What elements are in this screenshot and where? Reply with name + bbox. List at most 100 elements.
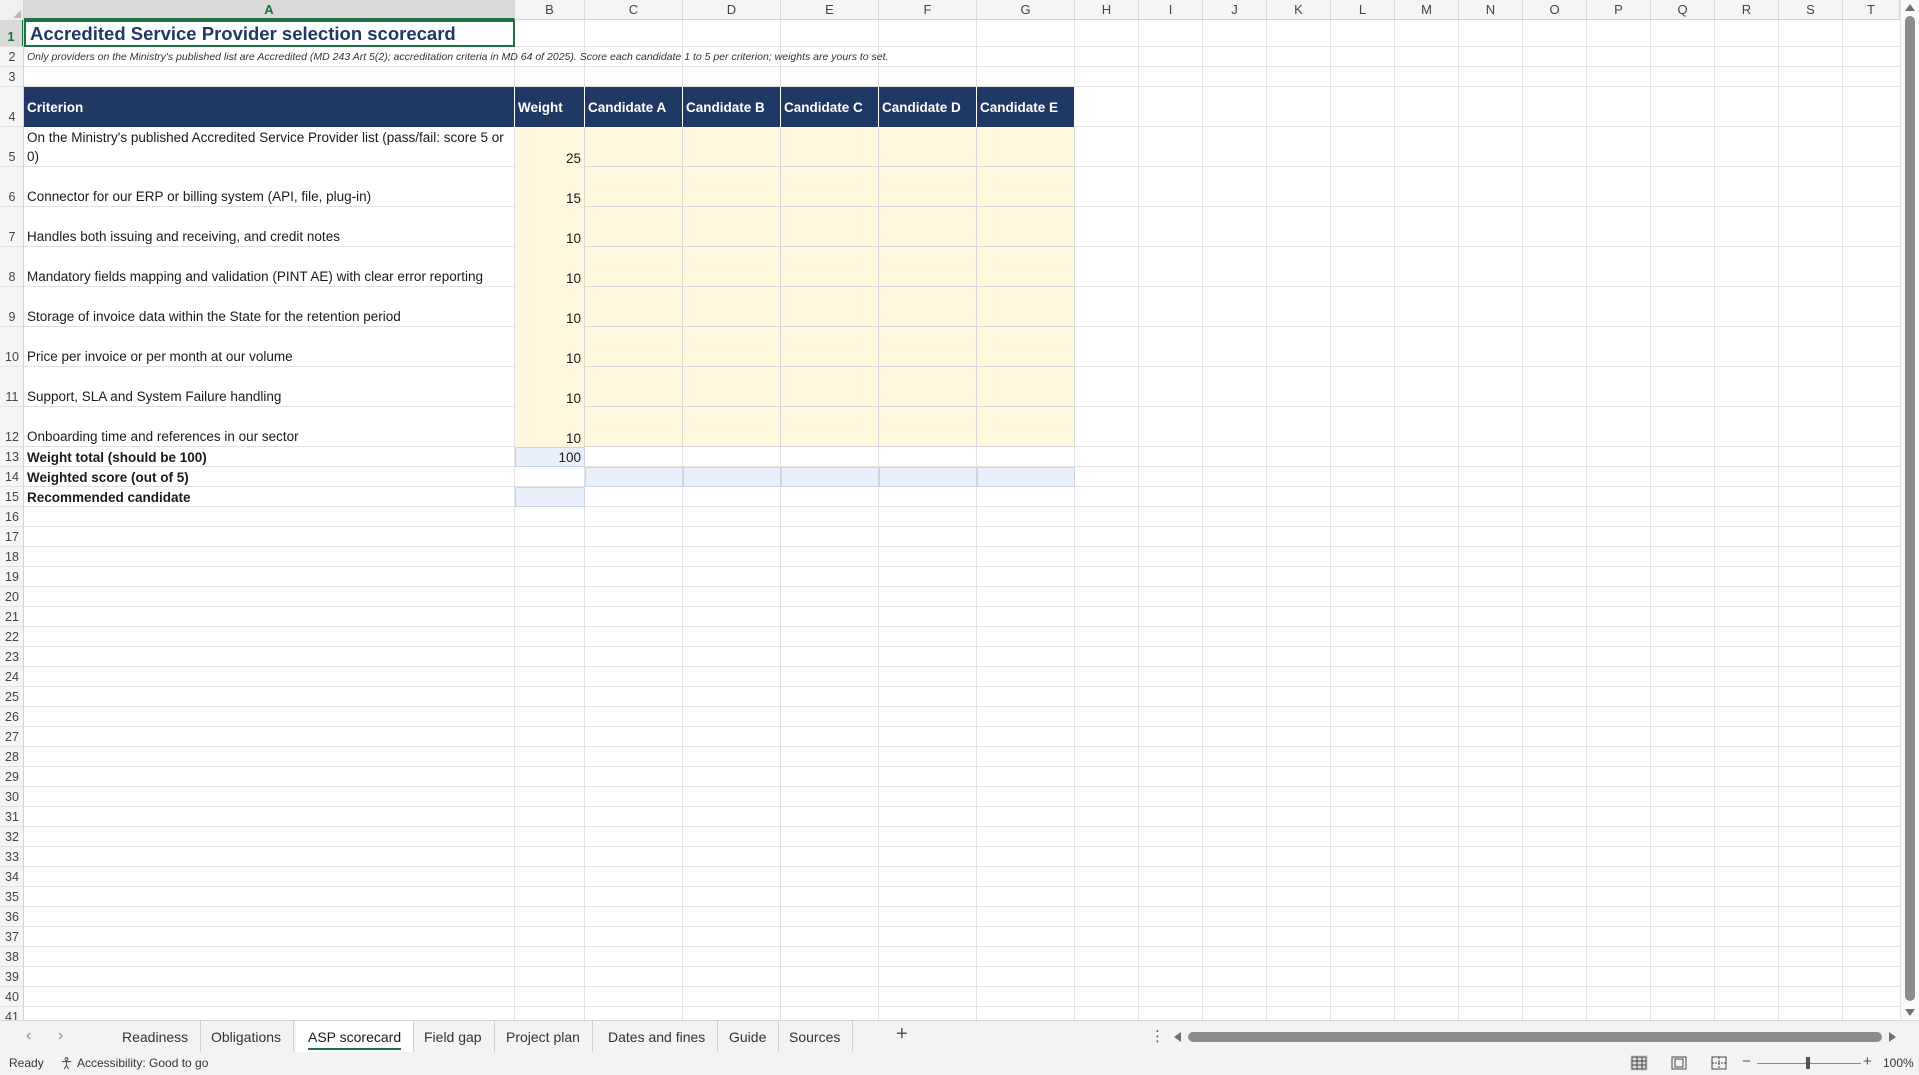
- score-input-candidate-b[interactable]: [683, 127, 781, 167]
- criterion-weight[interactable]: 10: [515, 207, 585, 247]
- row-header-14[interactable]: 14: [0, 467, 23, 487]
- criterion-label[interactable]: Storage of invoice data within the State…: [24, 287, 515, 327]
- score-input-candidate-a[interactable]: [585, 407, 683, 447]
- column-header-o[interactable]: O: [1523, 0, 1587, 20]
- worksheet-grid[interactable]: Accredited Service Provider selection sc…: [24, 20, 1900, 1020]
- row-header-26[interactable]: 26: [0, 707, 23, 727]
- row-header-8[interactable]: 8: [0, 247, 23, 287]
- header-candidate-b[interactable]: Candidate B: [683, 87, 781, 127]
- score-input-candidate-a[interactable]: [585, 367, 683, 407]
- weight-total-value[interactable]: 100: [515, 447, 585, 467]
- vertical-scroll-thumb[interactable]: [1905, 16, 1915, 1001]
- score-input-candidate-d[interactable]: [879, 327, 977, 367]
- row-header-19[interactable]: 19: [0, 567, 23, 587]
- criterion-weight[interactable]: 10: [515, 407, 585, 447]
- hscroll-left-icon[interactable]: [1174, 1032, 1181, 1042]
- row-header-28[interactable]: 28: [0, 747, 23, 767]
- score-input-candidate-b[interactable]: [683, 367, 781, 407]
- column-header-i[interactable]: I: [1139, 0, 1203, 20]
- row-header-22[interactable]: 22: [0, 627, 23, 647]
- score-input-candidate-d[interactable]: [879, 207, 977, 247]
- row-header-38[interactable]: 38: [0, 947, 23, 967]
- row-header-13[interactable]: 13: [0, 447, 23, 467]
- more-options-icon[interactable]: ⋮: [1150, 1027, 1165, 1045]
- header-weight[interactable]: Weight: [515, 87, 585, 127]
- score-input-candidate-e[interactable]: [977, 327, 1075, 367]
- row-header-9[interactable]: 9: [0, 287, 23, 327]
- criterion-weight[interactable]: 10: [515, 367, 585, 407]
- weighted-score-candidate-a[interactable]: [585, 467, 683, 487]
- criterion-label[interactable]: On the Ministry's published Accredited S…: [24, 127, 515, 167]
- row-header-29[interactable]: 29: [0, 767, 23, 787]
- column-header-e[interactable]: E: [781, 0, 879, 20]
- criterion-label[interactable]: Handles both issuing and receiving, and …: [24, 207, 515, 247]
- score-input-candidate-c[interactable]: [781, 247, 879, 287]
- weighted-score-candidate-e[interactable]: [977, 467, 1075, 487]
- column-header-t[interactable]: T: [1843, 0, 1900, 20]
- add-sheet-icon[interactable]: +: [896, 1023, 908, 1046]
- row-header-33[interactable]: 33: [0, 847, 23, 867]
- column-header-c[interactable]: C: [585, 0, 683, 20]
- column-header-n[interactable]: N: [1459, 0, 1523, 20]
- zoom-plus-icon[interactable]: +: [1863, 1053, 1872, 1070]
- row-header-15[interactable]: 15: [0, 487, 23, 507]
- vertical-scrollbar[interactable]: [1900, 0, 1919, 1020]
- criterion-label[interactable]: Support, SLA and System Failure handling: [24, 367, 515, 407]
- sheet-tab-dates-and-fines[interactable]: Dates and fines: [596, 1021, 719, 1053]
- row-header-17[interactable]: 17: [0, 527, 23, 547]
- score-input-candidate-a[interactable]: [585, 167, 683, 207]
- normal-view-icon[interactable]: [1630, 1055, 1648, 1071]
- weighted-score-candidate-b[interactable]: [683, 467, 781, 487]
- criterion-label[interactable]: Mandatory fields mapping and validation …: [24, 247, 515, 287]
- row-header-36[interactable]: 36: [0, 907, 23, 927]
- criterion-weight[interactable]: 10: [515, 247, 585, 287]
- score-input-candidate-b[interactable]: [683, 167, 781, 207]
- zoom-slider-thumb[interactable]: [1806, 1057, 1810, 1069]
- criterion-label[interactable]: Onboarding time and references in our se…: [24, 407, 515, 447]
- accessibility-status[interactable]: Accessibility: Good to go: [60, 1056, 208, 1070]
- weighted-score-label[interactable]: Weighted score (out of 5): [24, 467, 515, 487]
- column-header-g[interactable]: G: [977, 0, 1075, 20]
- scroll-down-icon[interactable]: [1905, 1009, 1915, 1016]
- sheet-tab-asp-scorecard[interactable]: ASP scorecard: [296, 1021, 415, 1053]
- score-input-candidate-e[interactable]: [977, 127, 1075, 167]
- row-header-30[interactable]: 30: [0, 787, 23, 807]
- row-header-18[interactable]: 18: [0, 547, 23, 567]
- score-input-candidate-c[interactable]: [781, 367, 879, 407]
- row-header-31[interactable]: 31: [0, 807, 23, 827]
- row-header-27[interactable]: 27: [0, 727, 23, 747]
- sheet-tab-sources[interactable]: Sources: [777, 1021, 854, 1053]
- score-input-candidate-d[interactable]: [879, 127, 977, 167]
- row-header-16[interactable]: 16: [0, 507, 23, 527]
- score-input-candidate-b[interactable]: [683, 247, 781, 287]
- scroll-up-icon[interactable]: [1905, 4, 1915, 11]
- score-input-candidate-b[interactable]: [683, 327, 781, 367]
- score-input-candidate-a[interactable]: [585, 207, 683, 247]
- sheet-tab-project-plan[interactable]: Project plan: [494, 1021, 593, 1053]
- row-header-11[interactable]: 11: [0, 367, 23, 407]
- score-input-candidate-a[interactable]: [585, 127, 683, 167]
- score-input-candidate-d[interactable]: [879, 367, 977, 407]
- criterion-label[interactable]: Price per invoice or per month at our vo…: [24, 327, 515, 367]
- horizontal-scroll-thumb[interactable]: [1188, 1032, 1882, 1042]
- score-input-candidate-d[interactable]: [879, 247, 977, 287]
- column-header-p[interactable]: P: [1587, 0, 1651, 20]
- row-header-39[interactable]: 39: [0, 967, 23, 987]
- score-input-candidate-c[interactable]: [781, 127, 879, 167]
- row-header-2[interactable]: 2: [0, 47, 23, 67]
- row-header-23[interactable]: 23: [0, 647, 23, 667]
- column-header-d[interactable]: D: [683, 0, 781, 20]
- criterion-weight[interactable]: 25: [515, 127, 585, 167]
- sheet-tab-guide[interactable]: Guide: [717, 1021, 780, 1053]
- recommended-candidate-label[interactable]: Recommended candidate: [24, 487, 515, 507]
- sheet-tab-field-gap[interactable]: Field gap: [412, 1021, 495, 1053]
- score-input-candidate-e[interactable]: [977, 287, 1075, 327]
- scroll-left-icon[interactable]: ‹: [26, 1027, 31, 1045]
- column-header-l[interactable]: L: [1331, 0, 1395, 20]
- row-header-12[interactable]: 12: [0, 407, 23, 447]
- score-input-candidate-a[interactable]: [585, 287, 683, 327]
- weight-total-label[interactable]: Weight total (should be 100): [24, 447, 515, 467]
- select-all-button[interactable]: [0, 0, 24, 20]
- criterion-weight[interactable]: 15: [515, 167, 585, 207]
- header-candidate-c[interactable]: Candidate C: [781, 87, 879, 127]
